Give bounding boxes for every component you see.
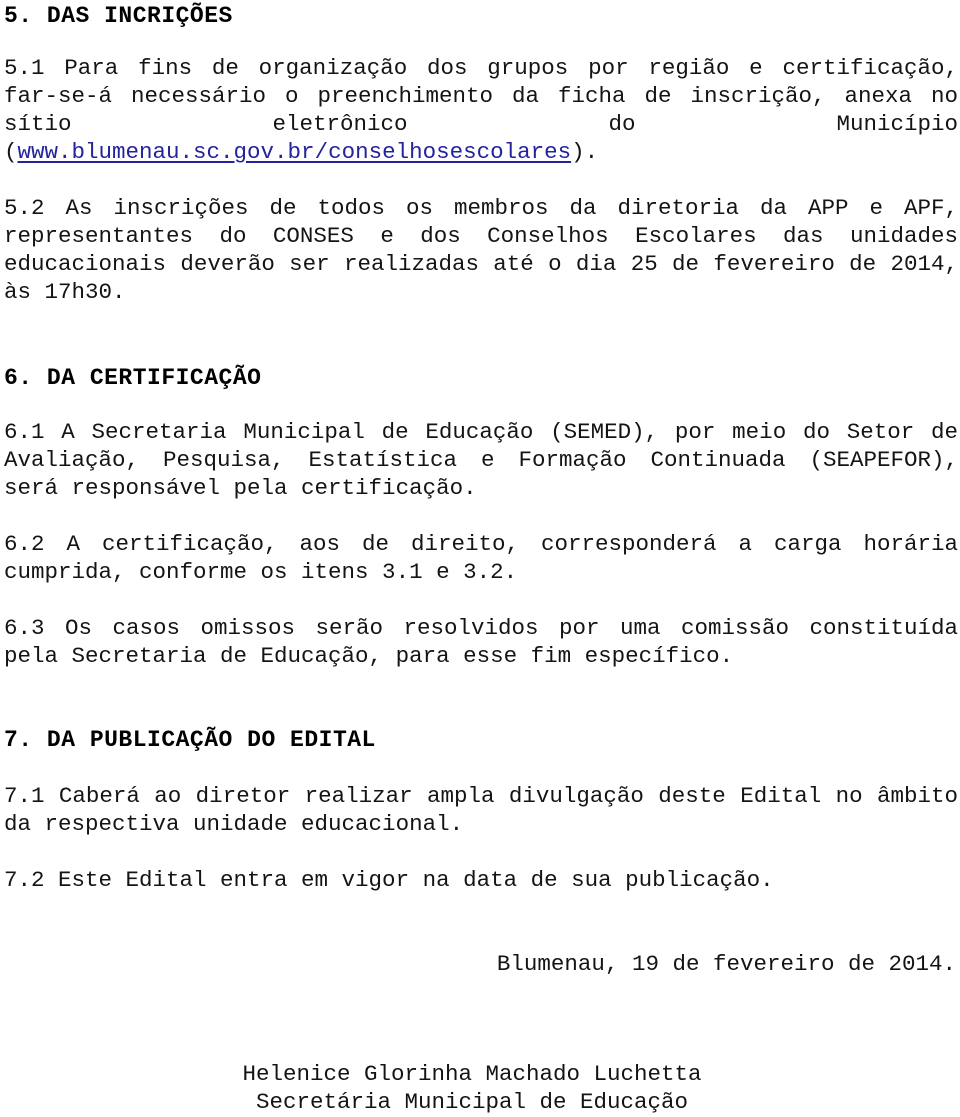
signatory-title: Secretária Municipal de Educação xyxy=(255,1089,689,1115)
paragraph-7-2: 7.2 Este Edital entra em vigor na data d… xyxy=(4,867,774,893)
paragraph-5-1-text-after-link: ). xyxy=(571,139,599,165)
paragraph-6-1-container: 6.1 A Secretaria Municipal de Educação (… xyxy=(4,418,958,502)
place-and-date: Blumenau, 19 de fevereiro de 2014. xyxy=(496,951,956,977)
document-page: 5. DAS INCRIÇÕES 5.1 Para fins de organi… xyxy=(0,0,960,1117)
paragraph-6-3-container: 6.3 Os casos omissos serão resolvidos po… xyxy=(4,614,958,670)
paragraph-7-2-container: 7.2 Este Edital entra em vigor na data d… xyxy=(4,866,958,894)
section-heading-publicacao: 7. DA PUBLICAÇÃO DO EDITAL xyxy=(4,727,376,753)
paragraph-5-2: 5.2 As inscrições de todos os membros da… xyxy=(4,195,958,305)
paragraph-6-2-container: 6.2 A certificação, aos de direito, corr… xyxy=(4,530,958,586)
paragraph-7-1: 7.1 Caberá ao diretor realizar ampla div… xyxy=(4,783,958,837)
paragraph-7-1-container: 7.1 Caberá ao diretor realizar ampla div… xyxy=(4,782,958,838)
section-5-container: 5. DAS INCRIÇÕES xyxy=(4,2,233,30)
paragraph-6-3: 6.3 Os casos omissos serão resolvidos po… xyxy=(4,615,958,669)
signature-block: Helenice Glorinha Machado Luchetta Secre… xyxy=(4,1060,958,1116)
signatory-name: Helenice Glorinha Machado Luchetta xyxy=(242,1061,702,1087)
paragraph-6-2: 6.2 A certificação, aos de direito, corr… xyxy=(4,531,958,585)
section-heading-certificacao: 6. DA CERTIFICAÇÃO xyxy=(4,365,262,391)
closing-date-container: Blumenau, 19 de fevereiro de 2014. xyxy=(4,950,958,978)
section-heading-inscricoes: 5. DAS INCRIÇÕES xyxy=(4,3,233,29)
paragraph-5-1: 5.1 Para fins de organização dos grupos … xyxy=(4,54,958,194)
paragraph-5-1-container: 5.1 Para fins de organização dos grupos … xyxy=(4,54,958,194)
paragraph-6-1: 6.1 A Secretaria Municipal de Educação (… xyxy=(4,419,958,501)
section-7-container: 7. DA PUBLICAÇÃO DO EDITAL xyxy=(4,726,376,754)
section-6-container: 6. DA CERTIFICAÇÃO xyxy=(4,364,261,392)
paragraph-5-2-container: 5.2 As inscrições de todos os membros da… xyxy=(4,194,958,306)
conselhos-escolares-link[interactable]: www.blumenau.sc.gov.br/conselhosescolare… xyxy=(18,139,572,165)
